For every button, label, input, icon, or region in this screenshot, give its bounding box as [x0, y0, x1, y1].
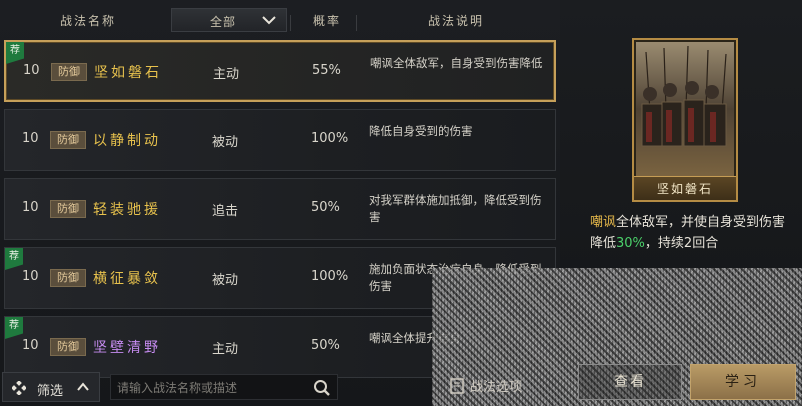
- header-divider: [356, 15, 357, 31]
- skill-level: 10: [22, 338, 39, 353]
- skill-level: 10: [23, 63, 40, 78]
- search-input[interactable]: [117, 379, 307, 397]
- skill-desc: 降低自身受到的伤害: [369, 124, 473, 138]
- skill-level: 10: [22, 200, 39, 215]
- skill-type: 主动: [212, 342, 239, 357]
- chevron-up-icon: [77, 382, 89, 391]
- skill-type: 主动: [213, 67, 240, 82]
- book-icon: [450, 378, 464, 394]
- skill-name: 以静制动: [93, 133, 161, 149]
- chevron-down-icon: [262, 16, 276, 25]
- soldiers-artwork: [636, 42, 734, 176]
- skill-tag: 防御: [50, 269, 86, 287]
- header-divider: [290, 15, 291, 31]
- skill-card-name: 坚如磐石: [634, 176, 736, 200]
- learn-button[interactable]: 学习: [690, 364, 796, 400]
- header-rate: 概率: [313, 14, 342, 28]
- skill-tag: 防御: [51, 63, 87, 81]
- skill-desc: 嘲讽全体敌军，自身受到伤害降低: [370, 56, 543, 70]
- strategy-options-button[interactable]: 战法选项: [450, 376, 522, 395]
- skill-level: 10: [22, 269, 39, 284]
- skill-rate: 50%: [311, 338, 340, 353]
- search-icon[interactable]: [313, 379, 331, 397]
- filter-button[interactable]: 筛选: [2, 372, 100, 402]
- skill-type: 被动: [212, 273, 239, 288]
- header-desc: 战法说明: [428, 14, 485, 28]
- list-header: 战法名称 全部 概率 战法说明: [0, 6, 556, 34]
- strategy-options-label: 战法选项: [470, 380, 523, 395]
- skill-tag: 防御: [50, 131, 86, 149]
- skill-rate: 100%: [311, 131, 349, 146]
- skill-rate: 55%: [312, 63, 341, 78]
- recommended-badge: 荐: [5, 248, 23, 270]
- type-filter-value: 全部: [210, 15, 237, 29]
- skill-tag: 防御: [50, 200, 86, 218]
- desc-text-2: ，持续2回合: [644, 236, 719, 251]
- skill-level: 10: [22, 131, 39, 146]
- search-box: [110, 374, 338, 400]
- skill-type: 追击: [212, 204, 239, 219]
- view-button[interactable]: 查看: [578, 364, 682, 400]
- skill-rate: 100%: [311, 269, 349, 284]
- skill-row[interactable]: 10 防御 以静制动 被动 100% 降低自身受到的伤害: [4, 109, 556, 171]
- skill-card: 坚如磐石: [632, 38, 738, 202]
- skill-row[interactable]: 荐 10 防御 坚如磐石 主动 55% 嘲讽全体敌军，自身受到伤害降低: [4, 40, 556, 102]
- filter-label: 筛选: [37, 384, 64, 399]
- recommended-badge: 荐: [6, 42, 24, 64]
- skill-name: 横征暴敛: [93, 271, 161, 287]
- skill-desc: 对我军群体施加抵御，降低受到伤害: [369, 193, 542, 224]
- taunt-keyword[interactable]: 嘲讽: [590, 215, 616, 230]
- skill-type: 被动: [212, 135, 239, 150]
- type-filter-dropdown[interactable]: 全部: [171, 8, 287, 32]
- filter-grid-icon: [12, 381, 26, 395]
- skill-card-art: [636, 42, 734, 176]
- skill-rate: 50%: [311, 200, 340, 215]
- skill-row[interactable]: 10 防御 轻装驰援 追击 50% 对我军群体施加抵御，降低受到伤害: [4, 178, 556, 240]
- skill-name: 坚壁清野: [93, 340, 161, 356]
- header-name: 战法名称: [60, 14, 117, 28]
- skill-name: 坚如磐石: [94, 65, 162, 81]
- desc-value: 30%: [616, 236, 645, 251]
- skill-tag: 防御: [50, 338, 86, 356]
- skill-description: 嘲讽全体敌军，并使自身受到伤害降低30%，持续2回合: [590, 212, 790, 254]
- recommended-badge: 荐: [5, 317, 23, 339]
- skill-name: 轻装驰援: [93, 202, 161, 218]
